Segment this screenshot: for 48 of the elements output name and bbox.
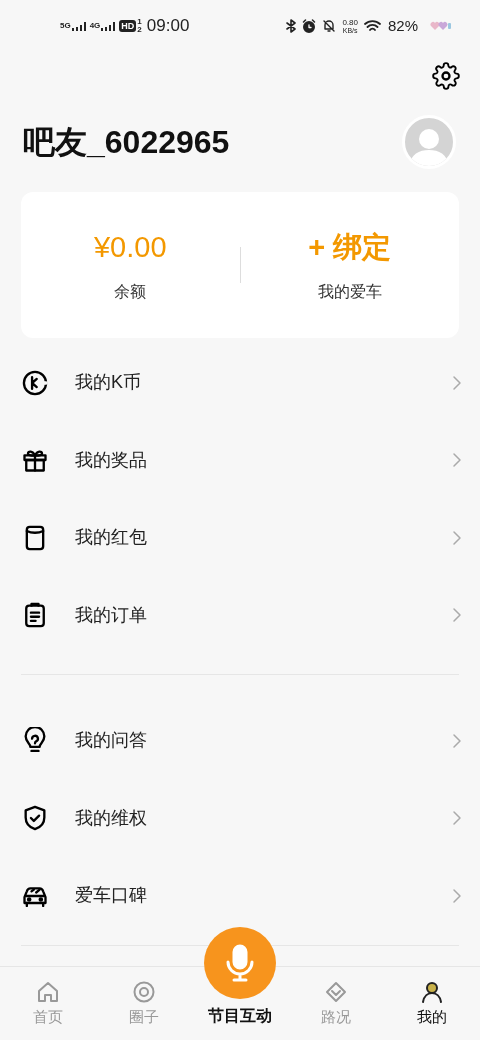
- person-icon: [420, 979, 444, 1004]
- signal-icon: [101, 21, 116, 31]
- hearts-icon: [430, 21, 452, 31]
- microphone-icon: [225, 944, 255, 982]
- menu-item[interactable]: 爱车口碑: [21, 857, 459, 935]
- menu-item[interactable]: 我的订单: [0, 576, 480, 654]
- chevron-right-icon: [452, 374, 462, 391]
- wifi-icon: [363, 19, 382, 33]
- hd-digit: 1: [137, 18, 142, 26]
- menu-item[interactable]: 我的问答: [21, 702, 459, 780]
- chevron-right-icon: [452, 732, 462, 749]
- circle-target-icon: [132, 979, 156, 1004]
- menu-label: 我的问答: [75, 729, 148, 753]
- menu-item[interactable]: 我的维权: [21, 779, 459, 857]
- menu-label: 我的K币: [75, 371, 142, 395]
- menu-label: 我的维权: [75, 806, 148, 830]
- coin-icon: [21, 368, 49, 397]
- network-speed: 0.80: [342, 18, 358, 27]
- menu-item[interactable]: 我的奖品: [0, 421, 480, 499]
- username: 吧友_6022965: [23, 123, 230, 162]
- battery-level: 82%: [387, 15, 418, 36]
- menu-label: 我的订单: [75, 603, 148, 627]
- alarm-icon: [302, 19, 317, 33]
- nav-tab[interactable]: 节目互动: [208, 1004, 272, 1028]
- hd-digit: 2: [137, 26, 142, 34]
- menu-label: 我的红包: [75, 526, 148, 550]
- menu-item[interactable]: 我的红包: [0, 499, 480, 577]
- hd-badge: HD: [119, 20, 137, 32]
- chevron-right-icon: [452, 529, 462, 546]
- diamond-chevron-icon: [324, 979, 348, 1004]
- chevron-right-icon: [452, 810, 462, 827]
- summary-label: 我的爱车: [317, 281, 382, 302]
- menu-item[interactable]: 我的K币: [0, 344, 480, 422]
- chevron-right-icon: [452, 452, 462, 469]
- summary-label: 余额: [114, 281, 147, 302]
- nav-tab[interactable]: 我的: [417, 1005, 447, 1028]
- network-label: 4G: [89, 21, 101, 30]
- chevron-right-icon: [452, 887, 462, 904]
- bluetooth-icon: [286, 19, 297, 33]
- menu-label: 爱车口碑: [75, 884, 148, 908]
- home-icon: [36, 979, 60, 1004]
- settings-icon[interactable]: [432, 62, 460, 90]
- signal-icon: [71, 21, 86, 31]
- chevron-right-icon: [452, 607, 462, 624]
- network-label: 5G: [60, 21, 71, 30]
- mute-bell-icon: [322, 19, 337, 33]
- status-time: 09:00: [146, 15, 190, 38]
- menu-label: 我的奖品: [75, 448, 148, 472]
